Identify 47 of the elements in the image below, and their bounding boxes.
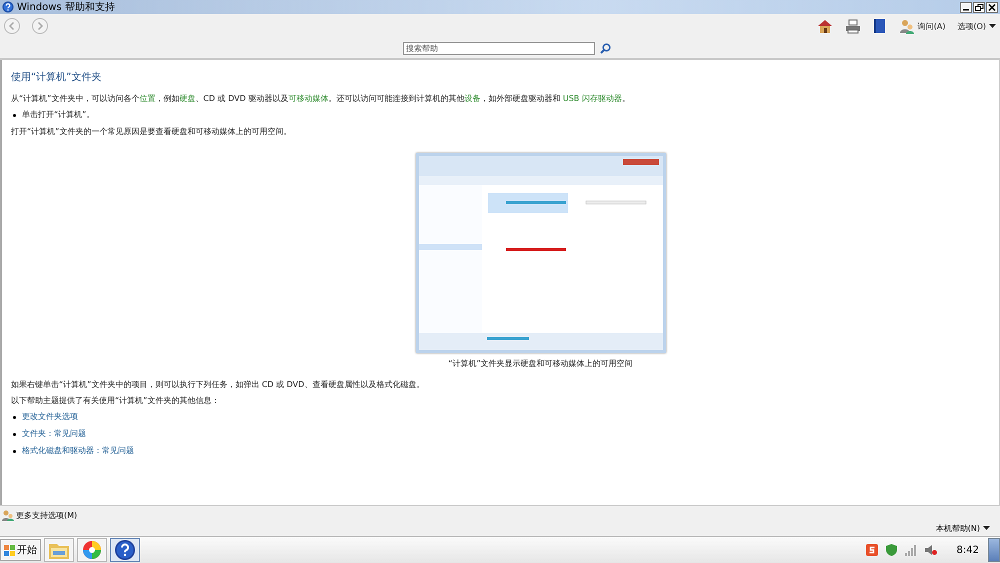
paragraph: 以下帮助主题提供了有关使用“计算机”文件夹的其他信息： <box>11 396 220 406</box>
link[interactable]: USB 闪存驱动器 <box>562 94 622 103</box>
support-options-button[interactable]: 更多支持选项(M) <box>2 509 78 521</box>
ask-button[interactable]: 询问(A) <box>898 18 946 34</box>
sogou-icon[interactable] <box>866 544 878 556</box>
step-text: 单击打开“计算机”。 <box>22 110 94 120</box>
bullet-icon <box>13 416 16 418</box>
shield-icon[interactable] <box>886 544 897 556</box>
link[interactable]: 更改文件夹选项 <box>22 412 78 422</box>
paragraph: 从“计算机”文件夹中，可以访问各个位置，例如硬盘、CD 或 DVD 驱动器以及可移动媒体。还可以访问可能连接到计算机的其他设备，如外部硬盘驱动器和 USB 闪存驱动器。 <box>11 94 631 104</box>
printer-icon[interactable] <box>844 18 861 34</box>
link[interactable]: 位置 <box>139 94 156 103</box>
online-help-button[interactable]: 本机帮助(N) <box>936 523 990 534</box>
window-title: Windows 帮助和支持 <box>17 0 115 14</box>
bullet-icon <box>13 114 16 116</box>
link[interactable]: 硬盘 <box>179 94 196 103</box>
start-button[interactable]: 开始 <box>0 539 41 561</box>
link[interactable]: 文件夹：常见问题 <box>22 429 86 439</box>
search-field[interactable]: 搜索帮助 <box>403 42 595 54</box>
options-button[interactable]: 选项(O) <box>957 20 996 32</box>
caret-icon <box>983 526 990 531</box>
speaker-icon[interactable] <box>924 544 937 556</box>
house-icon[interactable] <box>816 18 833 34</box>
article-heading: 使用“计算机”文件夹 <box>11 70 102 84</box>
paragraph: 如果右键单击“计算机”文件夹中的项目，则可以执行下列任务，如弹出 CD 或 DVD、查看硬盘属性以及格式化磁盘。 <box>11 380 426 390</box>
taskbar-button[interactable] <box>110 538 140 562</box>
close-button[interactable] <box>986 2 998 12</box>
link[interactable]: 格式化磁盘和驱动器：常见问题 <box>22 446 134 456</box>
color-wheel-icon <box>82 540 102 560</box>
link[interactable]: 可移动媒体 <box>288 94 328 103</box>
minimize-button[interactable] <box>960 2 972 12</box>
help-icon <box>2 1 14 13</box>
restore-button[interactable] <box>973 2 985 12</box>
taskbar-button[interactable] <box>77 538 107 562</box>
clock-text: 8:42 <box>956 544 979 556</box>
book-icon[interactable] <box>872 18 887 34</box>
link[interactable]: 设备 <box>464 94 480 103</box>
people-icon <box>898 18 915 34</box>
caret-icon <box>989 24 996 28</box>
bullet-icon <box>13 432 16 436</box>
people-icon <box>2 509 14 521</box>
windows-logo-icon <box>4 544 15 556</box>
figure-caption: “计算机”文件夹显示硬盘和可移动媒体上的可用空间 <box>448 359 633 369</box>
paragraph: 打开“计算机”文件夹的一个常见原因是要查看硬盘和可移动媒体上的可用空间。 <box>11 127 292 137</box>
help-icon <box>114 539 136 561</box>
search-icon[interactable] <box>600 42 611 54</box>
bullet-icon <box>13 450 16 452</box>
